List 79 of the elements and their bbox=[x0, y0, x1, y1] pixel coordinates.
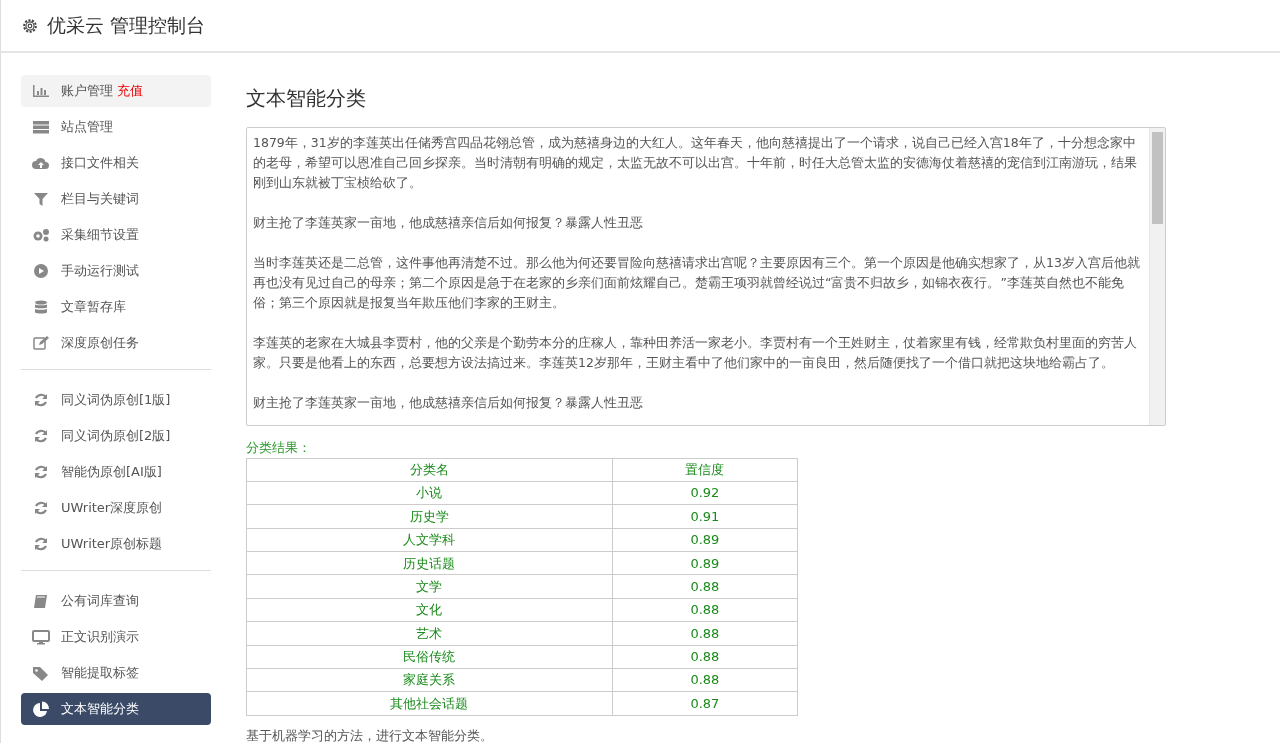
sidebar-item-label: 文本智能分类 bbox=[61, 700, 139, 719]
paragraph-text: 财主抢了李莲英家一亩地，他成慈禧亲信后如何报复？暴露人性丑恶 bbox=[253, 214, 644, 232]
result-label: 分类结果： bbox=[246, 439, 312, 457]
table-cell: 0.88 bbox=[612, 621, 798, 646]
paragraph-text: 1879年，31岁的李莲英出任储秀宫四品花翎总管，成为慈禧身边的大红人。这年春天，他向慈禧提出了一个请求，说自己已经入宫18年了，十分想念家中的老母，希望可以恩准自己回乡探亲。当时清朝有明确的规定，太监无故不可以出宫。十年前，时任大总管太监的安德海仗着慈禧的宠信到江南游玩，结果刚到山东就被丁宝桢给砍了。 bbox=[253, 134, 1138, 192]
sidebar-item-label: 手动运行测试 bbox=[61, 262, 139, 281]
play-circle-icon bbox=[31, 263, 51, 279]
sidebar-item[interactable]: 智能伪原创[AI版] bbox=[21, 456, 211, 488]
scrollbar[interactable] bbox=[1149, 128, 1165, 425]
edit-icon bbox=[31, 335, 51, 351]
sidebar-item-label: 同义词伪原创[1版] bbox=[61, 391, 171, 410]
sidebar-item-label: 公有词库查询 bbox=[61, 592, 139, 611]
sidebar-item-label: 采集细节设置 bbox=[61, 226, 139, 245]
monitor-icon bbox=[31, 629, 51, 645]
table-cell: 历史话题 bbox=[246, 551, 613, 575]
sidebar-item[interactable]: UWriter深度原创 bbox=[21, 492, 211, 524]
table-cell: 文化 bbox=[246, 598, 613, 622]
sidebar-item-label: 账户管理 bbox=[61, 82, 113, 101]
table-cell: 0.88 bbox=[612, 598, 798, 622]
description-text: 基于机器学习的方法，进行文本智能分类。 bbox=[246, 726, 494, 743]
settings-icon bbox=[21, 16, 39, 35]
table-cell: 小说 bbox=[246, 481, 613, 505]
sidebar-item-label: 站点管理 bbox=[61, 118, 113, 137]
sidebar-item[interactable]: 手动运行测试 bbox=[21, 255, 211, 287]
sidebar-item-label: 同义词伪原创[2版] bbox=[61, 427, 171, 446]
scrollbar-thumb[interactable] bbox=[1152, 132, 1163, 224]
sidebar-item-label: 智能提取标签 bbox=[61, 664, 139, 683]
page-title: 文本智能分类 bbox=[246, 85, 367, 112]
table-cell: 0.87 bbox=[612, 691, 798, 716]
sidebar-item[interactable]: 文本智能分类 bbox=[21, 693, 211, 725]
sidebar-item[interactable]: UWriter原创标题 bbox=[21, 528, 211, 560]
table-cell: 0.89 bbox=[612, 528, 798, 552]
table-cell: 0.88 bbox=[612, 668, 798, 692]
sidebar-item-label: 文章暂存库 bbox=[61, 298, 126, 317]
pie-chart-icon bbox=[31, 701, 51, 717]
sidebar-item[interactable]: 文章暂存库 bbox=[21, 291, 211, 323]
sidebar-item-label: UWriter原创标题 bbox=[61, 535, 163, 554]
table-cell: 其他社会话题 bbox=[246, 691, 613, 716]
sidebar-item-label: UWriter深度原创 bbox=[61, 499, 163, 518]
table-cell: 人文学科 bbox=[246, 528, 613, 552]
sidebar-item-label: 深度原创任务 bbox=[61, 334, 139, 353]
table-cell: 民俗传统 bbox=[246, 645, 613, 669]
sidebar-item[interactable]: 账户管理 充值 bbox=[21, 75, 211, 107]
paragraph-text: 当时李莲英还是二总管，这件事他再清楚不过。那么他为何还要冒险向慈禧请求出宫呢？主要原因有三个。第一个原因是他确实想家了，从13岁入宫后他就再也没有见过自己的母亲；第二个原因是急于在老家的乡亲们面前炫耀自己。楚霸王项羽就曾经说过“富贵不归故乡，如锦衣夜行。”李莲英自然也不能免俗；第三个原因就是报复当年欺压他们李家的王财主。 bbox=[253, 254, 1141, 312]
sidebar-item[interactable]: 深度原创任务 bbox=[21, 327, 211, 359]
sidebar-item[interactable]: 接口文件相关 bbox=[21, 147, 211, 179]
paragraph-text: 财主抢了李莲英家一亩地，他成慈禧亲信后如何报复？暴露人性丑恶 bbox=[253, 394, 644, 412]
sidebar-item[interactable]: 站点管理 bbox=[21, 111, 211, 143]
recharge-link[interactable]: 充值 bbox=[117, 81, 143, 101]
sidebar-item[interactable]: 采集细节设置 bbox=[21, 219, 211, 251]
tag-icon bbox=[31, 665, 51, 681]
sidebar-item[interactable]: 正文识别演示 bbox=[21, 621, 211, 653]
sidebar-item[interactable]: 栏目与关键词 bbox=[21, 183, 211, 215]
table-cell: 0.92 bbox=[612, 481, 798, 505]
column-header: 置信度 bbox=[612, 458, 798, 482]
cloud-upload-icon bbox=[31, 155, 51, 171]
sidebar-item[interactable]: 同义词伪原创[2版] bbox=[21, 420, 211, 452]
sidebar-item[interactable]: 公有词库查询 bbox=[21, 585, 211, 617]
sidebar-item-label: 栏目与关键词 bbox=[61, 190, 139, 209]
table-cell: 家庭关系 bbox=[246, 668, 613, 692]
table-cell: 历史学 bbox=[246, 504, 613, 529]
filter-icon bbox=[31, 191, 51, 207]
sidebar-item-label: 正文识别演示 bbox=[61, 628, 139, 647]
table-cell: 0.91 bbox=[612, 504, 798, 529]
app-title: 优采云 管理控制台 bbox=[47, 13, 206, 39]
table-cell: 0.88 bbox=[612, 574, 798, 599]
bar-chart-icon bbox=[31, 83, 51, 99]
sidebar-item[interactable]: 智能提取标签 bbox=[21, 657, 211, 689]
table-cell: 0.88 bbox=[612, 645, 798, 669]
server-icon bbox=[31, 119, 51, 135]
sidebar-item-label: 智能伪原创[AI版] bbox=[61, 463, 162, 482]
sidebar-item-label: 接口文件相关 bbox=[61, 154, 139, 173]
column-header: 分类名 bbox=[246, 458, 613, 482]
table-cell: 0.89 bbox=[612, 551, 798, 575]
table-cell: 艺术 bbox=[246, 621, 613, 646]
text-input-area[interactable] bbox=[246, 127, 1166, 426]
table-cell: 文学 bbox=[246, 574, 613, 599]
paragraph-text: 李莲英的老家在大城县李贾村，他的父亲是个勤劳本分的庄稼人，靠种田养活一家老小。李贾村有一个王姓财主，仗着家里有钱，经常欺负村里面的穷苦人家。只要是他看上的东西，总要想方设法搞过来。李莲英12岁那年，王财主看中了他们家中的一亩良田，然后随便找了一个借口就把这块地给霸占了。 bbox=[253, 334, 1138, 372]
sidebar-item[interactable]: 同义词伪原创[1版] bbox=[21, 384, 211, 416]
